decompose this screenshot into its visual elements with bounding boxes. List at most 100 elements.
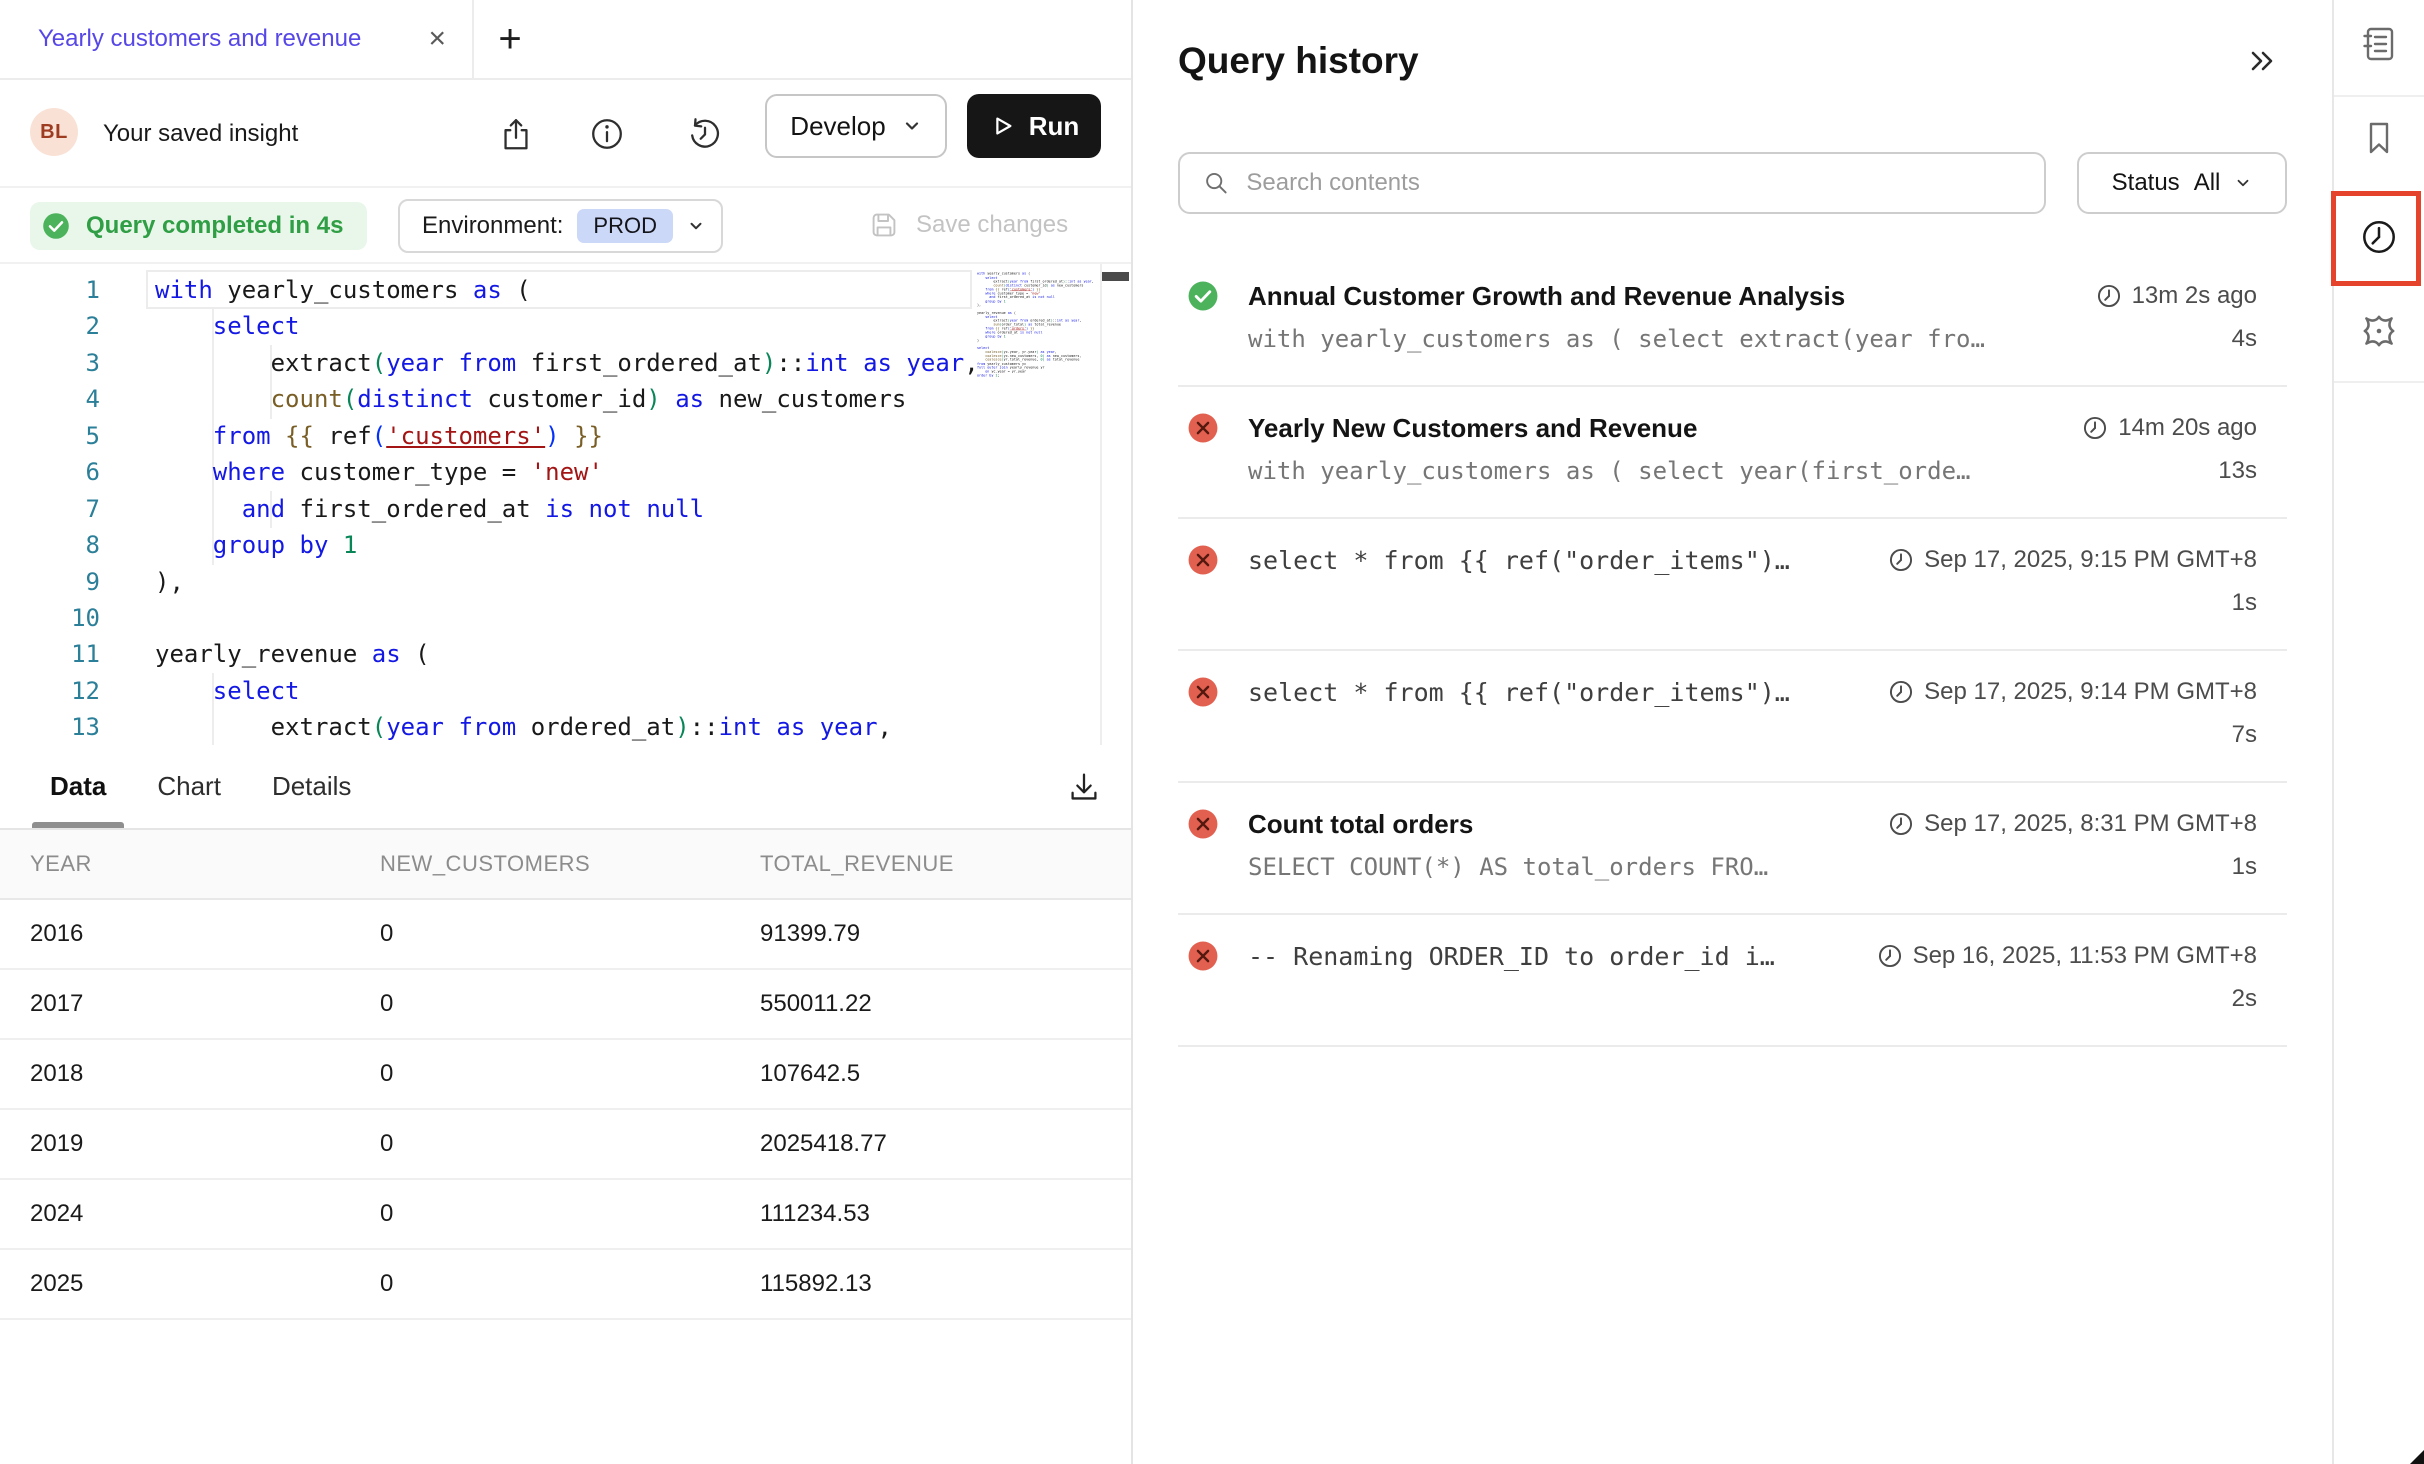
status-filter-value: All [2194,169,2221,197]
query-history-item[interactable]: Annual Customer Growth and Revenue Analy… [1178,255,2287,387]
query-history-item[interactable]: -- Renaming ORDER_ID to order_id i… Sep … [1178,915,2287,1047]
results-tab-chart[interactable]: Chart [139,745,239,828]
query-history-panel: Query history Status All Annual Customer… [1135,0,2332,1464]
line-number: 5 [0,418,100,454]
table-cell: 0 [380,1270,760,1298]
editor-minimap[interactable]: with yearly_customers as ( select extrac… [977,272,1101,737]
table-row[interactable]: 20180107642.5 [0,1040,1131,1110]
code-line[interactable]: 9), [0,564,975,600]
search-input[interactable] [1246,169,2022,197]
query-snippet: with yearly_customers as ( select year(f… [1248,457,2198,487]
panel-title: Query history [1178,40,1419,82]
code-line[interactable]: 8 group by 1 [0,527,975,563]
version-history-icon[interactable] [686,115,724,153]
query-title: -- Renaming ORDER_ID to order_id i… [1248,942,1849,971]
code-line[interactable]: 4 count(distinct customer_id) as new_cus… [0,381,975,417]
table-cell: 2018 [0,1060,380,1088]
code-line[interactable]: 10 [0,600,975,636]
code-line[interactable]: 1with yearly_customers as ( [0,272,975,308]
table-cell: 0 [380,1130,760,1158]
share-icon[interactable] [497,115,535,153]
query-timestamp: 14m 20s ago [2082,414,2257,442]
line-number: 13 [0,709,100,745]
close-tab-icon[interactable]: × [428,24,446,54]
query-timestamp: Sep 17, 2025, 8:31 PM GMT+8 [1888,810,2257,838]
chevron-down-icon [2234,174,2252,192]
editor-status-row: Query completed in 4s Environment: PROD … [0,186,1131,264]
tab-yearly-customers-and-revenue[interactable]: Yearly customers and revenue × [0,0,472,78]
query-snippet [1248,589,2212,619]
clock-icon [1888,547,1914,573]
query-snippet [1248,721,2212,751]
results-tab-details[interactable]: Details [254,745,369,828]
dbt-icon[interactable] [2334,310,2424,352]
download-icon[interactable] [1065,769,1103,807]
code-lines: 1with yearly_customers as (2 select3 ext… [0,272,975,745]
query-title: Count total orders [1248,809,1860,840]
line-number: 10 [0,600,100,636]
chevron-down-icon [902,116,922,136]
code-line[interactable]: 7 and first_ordered_at is not null [0,491,975,527]
chevron-down-icon [687,217,705,235]
query-duration: 2s [2212,985,2257,1015]
line-number: 1 [0,272,100,308]
tab-divider [472,0,474,78]
column-header: TOTAL_REVENUE [760,851,1131,877]
check-circle-icon [40,210,72,242]
code-line[interactable]: 6 where customer_type = 'new' [0,454,975,490]
table-cell: 91399.79 [760,920,1131,948]
status-filter-label: Status [2112,169,2180,197]
line-number: 3 [0,345,100,381]
results-tab-data[interactable]: Data [32,745,124,828]
table-row[interactable]: 201902025418.77 [0,1110,1131,1180]
sql-code-editor[interactable]: 1with yearly_customers as (2 select3 ext… [0,264,1131,745]
code-line[interactable]: 2 select [0,308,975,344]
develop-dropdown[interactable]: Develop [765,94,947,158]
code-line[interactable]: 5 from {{ ref('customers') }} [0,418,975,454]
code-line[interactable]: 13 extract(year from ordered_at)::int as… [0,709,975,745]
query-history-item[interactable]: select * from {{ ref("order_items")… Sep… [1178,519,2287,651]
table-cell: 2017 [0,990,380,1018]
new-tab-button[interactable]: + [482,0,538,78]
status-filter-dropdown[interactable]: Status All [2077,152,2287,214]
notebook-icon[interactable] [2334,24,2424,64]
right-sidebar-toolbar [2332,0,2424,1464]
save-icon [868,209,900,241]
line-number: 11 [0,636,100,672]
tab-label: Yearly customers and revenue [38,25,414,53]
table-row[interactable]: 2016091399.79 [0,900,1131,970]
save-changes-button[interactable]: Save changes [868,209,1068,241]
insight-toolbar: BL Your saved insight Develop Run [0,82,1131,186]
query-history-item[interactable]: Yearly New Customers and Revenue 14m 20s… [1178,387,2287,519]
editor-tab-bar: Yearly customers and revenue × + [0,0,1131,80]
table-cell: 550011.22 [760,990,1131,1018]
info-icon[interactable] [588,115,626,153]
table-row[interactable]: 20170550011.22 [0,970,1131,1040]
error-x-icon [1186,543,1220,577]
error-x-icon [1186,939,1220,973]
clock-icon [1877,943,1903,969]
table-row[interactable]: 20250115892.13 [0,1250,1131,1320]
search-field[interactable] [1178,152,2046,214]
resize-corner [2410,1450,2424,1464]
table-cell: 2016 [0,920,380,948]
query-history-item[interactable]: Count total orders Sep 17, 2025, 8:31 PM… [1178,783,2287,915]
code-line[interactable]: 11yearly_revenue as ( [0,636,975,672]
bookmark-icon[interactable] [2334,118,2424,158]
code-line[interactable]: 3 extract(year from first_ordered_at)::i… [0,345,975,381]
table-cell: 115892.13 [760,1270,1131,1298]
results-table-header: YEARNEW_CUSTOMERSTOTAL_REVENUE [0,830,1131,900]
environment-dropdown[interactable]: Environment: PROD [398,199,723,253]
clock-history-icon[interactable] [2334,216,2424,258]
scrollbar-thumb[interactable] [1102,272,1129,281]
line-number: 4 [0,381,100,417]
run-button[interactable]: Run [967,94,1101,158]
code-line[interactable]: 12 select [0,673,975,709]
environment-value-badge: PROD [577,209,673,243]
editor-scrollbar[interactable] [1100,264,1131,745]
double-chevron-right-icon[interactable] [2246,44,2280,78]
table-row[interactable]: 20240111234.53 [0,1180,1131,1250]
query-history-item[interactable]: select * from {{ ref("order_items")… Sep… [1178,651,2287,783]
results-panel: DataChartDetails YEARNEW_CUSTOMERSTOTAL_… [0,745,1131,1320]
query-duration: 1s [2212,589,2257,619]
